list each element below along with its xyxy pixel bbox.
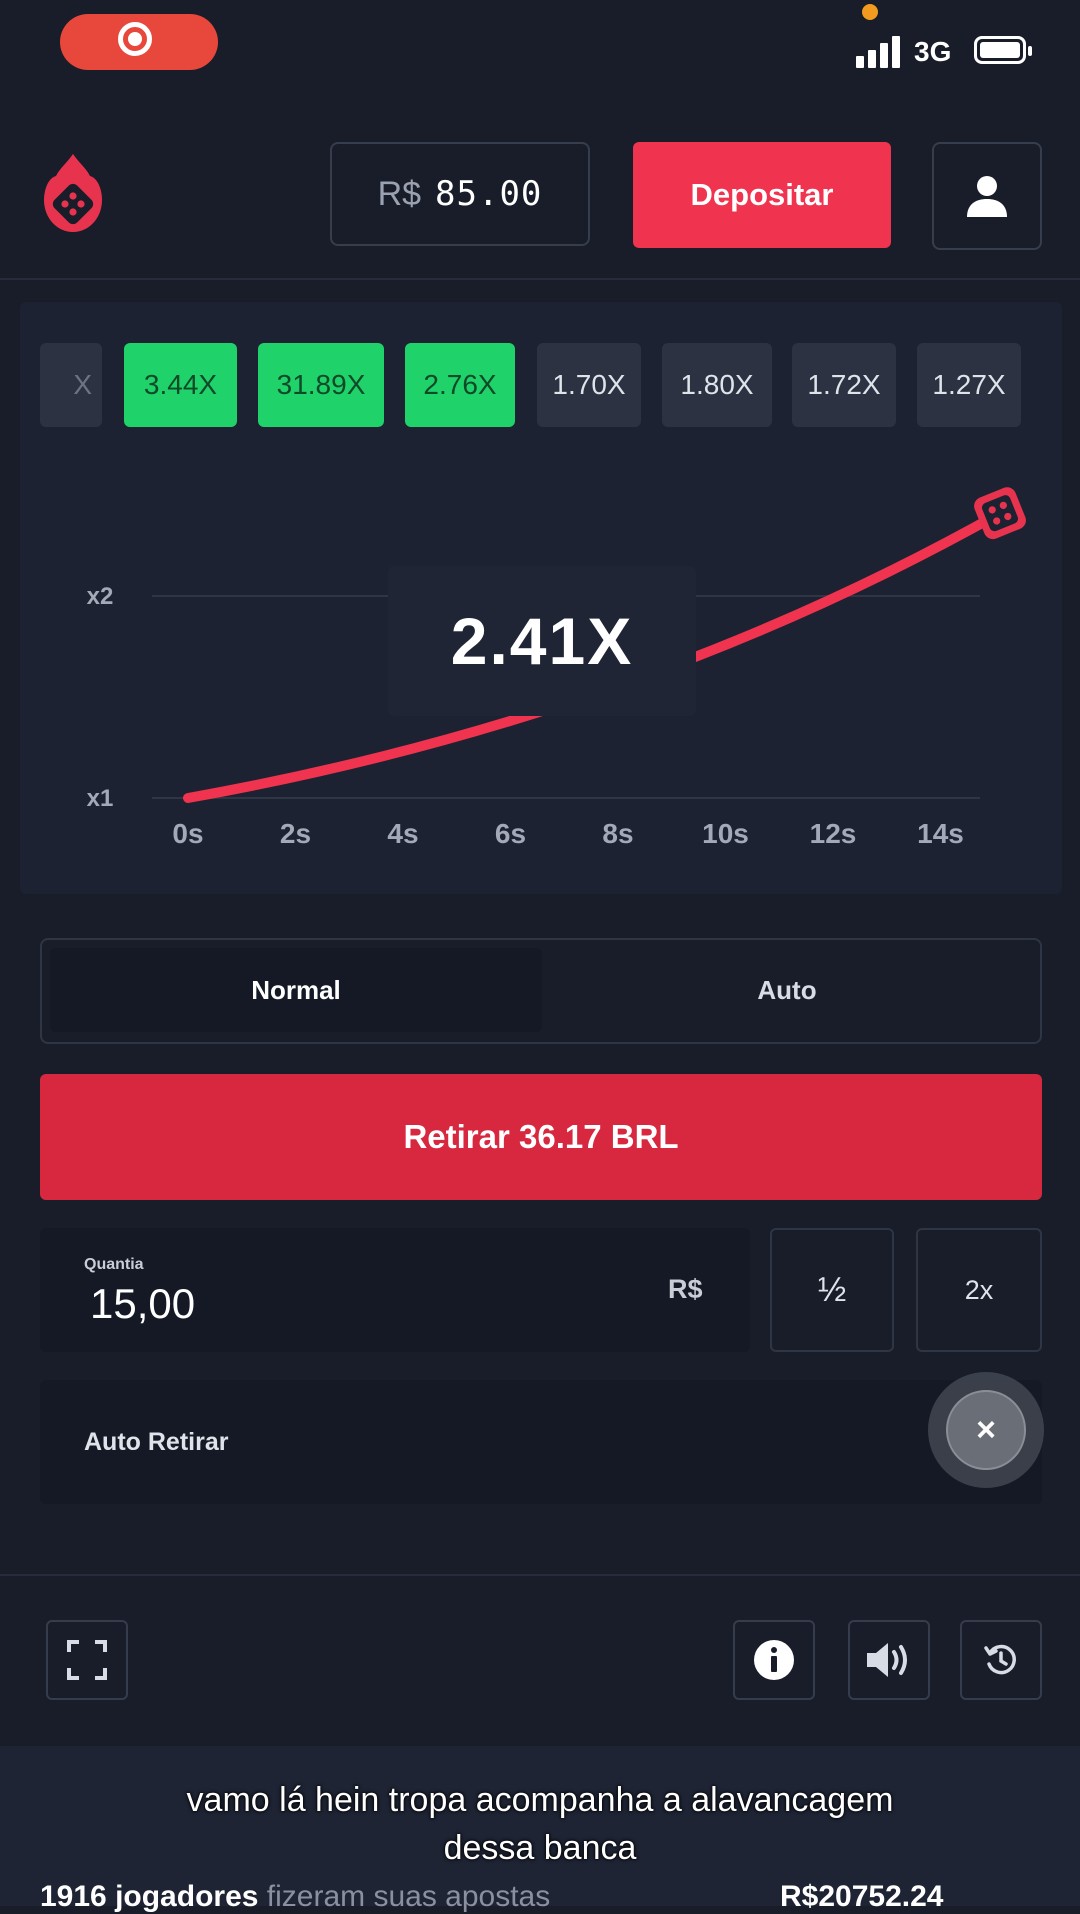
sound-icon	[867, 1643, 907, 1677]
bet-amount-label: Quantia	[84, 1256, 144, 1273]
x-tick-label: 10s	[702, 818, 749, 849]
deposit-button[interactable]: Depositar	[633, 142, 891, 248]
history-button[interactable]	[960, 1620, 1042, 1700]
battery-icon	[974, 36, 1032, 64]
info-icon	[754, 1640, 794, 1680]
caption-line-1: vamo lá hein tropa acompanha a alavancag…	[186, 1781, 894, 1819]
bet-amount-input[interactable]: 15,00	[90, 1280, 195, 1328]
cashout-button[interactable]: Retirar 36.17 BRL	[40, 1074, 1042, 1200]
players-count: 1916 jogadores	[40, 1880, 259, 1913]
user-icon	[967, 176, 1007, 217]
x-tick-label: 6s	[495, 818, 526, 849]
tab-auto[interactable]: Auto	[542, 948, 1032, 1032]
y-tick-label: x2	[87, 583, 114, 610]
players-summary: 1916 jogadores fizeram suas apostas	[40, 1880, 550, 1914]
x-tick-label: 8s	[602, 818, 633, 849]
caption-line-2: dessa banca	[443, 1829, 637, 1867]
balance-currency: R$	[377, 174, 422, 213]
dice-fire-logo-icon[interactable]	[38, 150, 108, 236]
history-chip[interactable]: 2.76X	[405, 343, 515, 427]
x-tick-label: 14s	[917, 818, 964, 849]
half-bet-button[interactable]: ½	[770, 1228, 894, 1352]
history-chip[interactable]: 3.44X	[124, 343, 237, 427]
history-chip[interactable]: X	[40, 343, 102, 427]
x-tick-label: 4s	[387, 818, 418, 849]
history-icon	[984, 1644, 1016, 1675]
y-tick-label: x1	[87, 785, 114, 812]
players-text: fizeram suas apostas	[258, 1880, 551, 1913]
bet-amount-currency: R$	[668, 1274, 703, 1304]
network-type: 3G	[914, 36, 952, 67]
x-tick-label: 2s	[280, 818, 311, 849]
history-chip[interactable]: 1.27X	[917, 343, 1021, 427]
info-button[interactable]	[733, 1620, 815, 1700]
history-chip[interactable]: 31.89X	[258, 343, 384, 427]
double-bet-button[interactable]: 2x	[916, 1228, 1042, 1352]
history-chip[interactable]: 1.80X	[662, 343, 772, 427]
fullscreen-button[interactable]	[46, 1620, 128, 1700]
balance-amount: 85.00	[435, 174, 543, 214]
video-caption: vamo lá hein tropa acompanha a alavancag…	[0, 1776, 1080, 1872]
signal-icon	[856, 34, 906, 68]
current-multiplier: 2.41X	[388, 566, 696, 716]
x-tick-label: 12s	[810, 818, 857, 849]
screen-record-indicator[interactable]	[60, 14, 218, 70]
divider	[0, 1574, 1080, 1576]
history-chip[interactable]: 1.70X	[537, 343, 641, 427]
fullscreen-icon	[67, 1640, 107, 1680]
auto-cashout-label: Auto Retirar	[84, 1428, 229, 1456]
x-tick-label: 0s	[172, 818, 203, 849]
profile-button[interactable]	[932, 142, 1042, 250]
history-chip[interactable]: 1.72X	[792, 343, 896, 427]
tab-normal[interactable]: Normal	[50, 948, 542, 1032]
privacy-indicator-dot	[862, 4, 878, 20]
close-icon[interactable]: ×	[946, 1390, 1026, 1470]
balance-display[interactable]: R$ 85.00	[330, 142, 590, 246]
dice-marker-icon	[974, 487, 1026, 540]
sound-button[interactable]	[848, 1620, 930, 1700]
bets-pool-amount: R$20752.24	[780, 1880, 944, 1913]
